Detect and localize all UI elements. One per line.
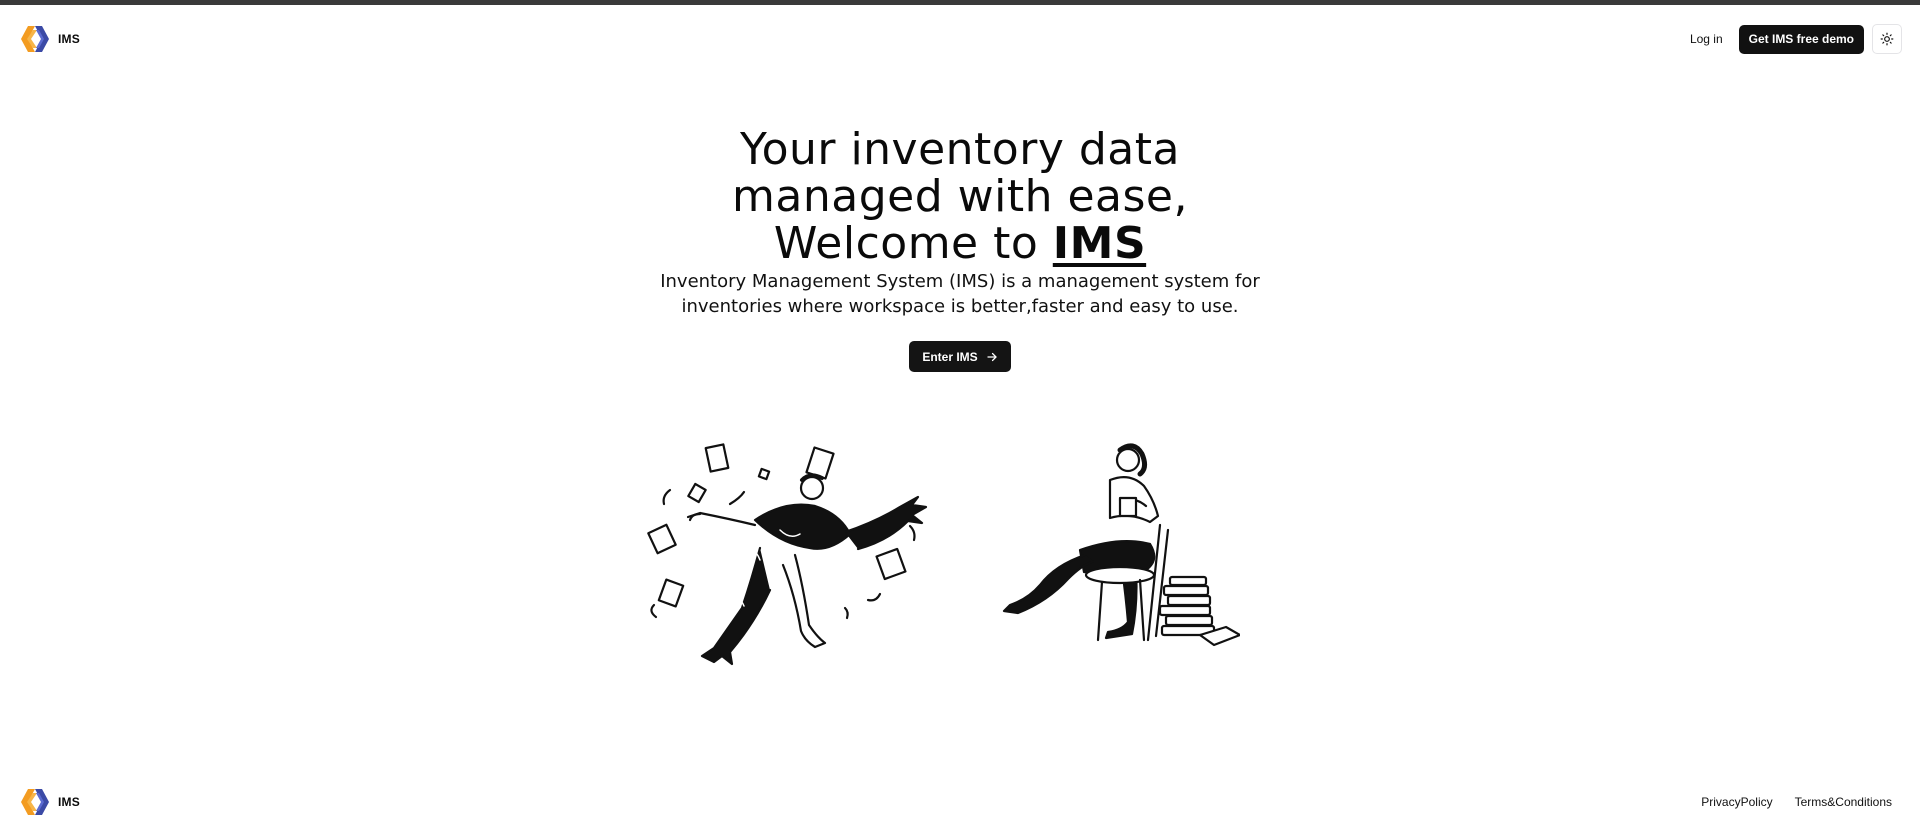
ims-logo-icon: [21, 789, 49, 815]
arrow-right-icon: [987, 352, 997, 361]
book-stack: [1158, 575, 1240, 647]
header-actions: Log in Get IMS free demo: [1680, 24, 1902, 54]
get-demo-button[interactable]: Get IMS free demo: [1738, 24, 1864, 54]
hero-section: Your inventory data managed with ease, W…: [0, 126, 1920, 372]
brand-logo-link[interactable]: IMS: [20, 24, 80, 54]
hero-title-line3-prefix: Welcome to: [773, 218, 1053, 269]
hero-description: Inventory Management System (IMS) is a m…: [660, 271, 1260, 317]
footer-brand-name: IMS: [58, 795, 80, 809]
sun-icon: [1880, 32, 1894, 46]
site-header: IMS Log in Get IMS free demo: [0, 5, 1920, 73]
theme-toggle-button[interactable]: [1872, 24, 1902, 54]
privacy-policy-link[interactable]: PrivacyPolicy: [1701, 795, 1772, 809]
hero-title-line2: managed with ease,: [732, 171, 1188, 222]
hero-title-line1: Your inventory data: [740, 124, 1180, 175]
site-footer: IMS PrivacyPolicy Terms&Conditions: [0, 780, 1920, 824]
enter-ims-button[interactable]: Enter IMS: [909, 341, 1011, 372]
ims-logo-icon: [21, 26, 49, 52]
footer-links: PrivacyPolicy Terms&Conditions: [1701, 795, 1892, 809]
hero-illustration: [647, 443, 1240, 666]
footer-brand-link[interactable]: IMS: [20, 787, 80, 817]
sitting-woman-figure: [1002, 443, 1170, 642]
hero-title: Your inventory data managed with ease, W…: [0, 126, 1920, 267]
enter-ims-label: Enter IMS: [922, 349, 978, 364]
brand-name: IMS: [58, 32, 80, 46]
login-link[interactable]: Log in: [1680, 26, 1733, 52]
terms-conditions-link[interactable]: Terms&Conditions: [1795, 795, 1892, 809]
hero-title-brand: IMS: [1052, 218, 1147, 269]
